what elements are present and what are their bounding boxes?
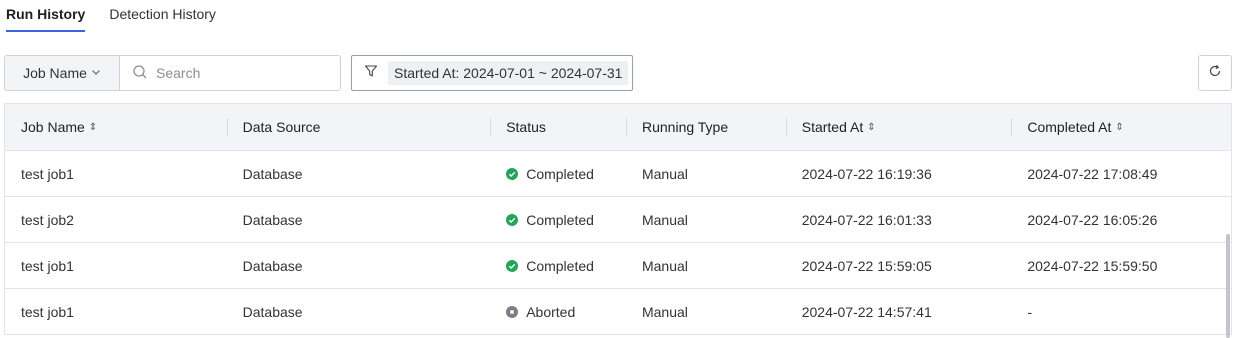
status-cell: Completed	[490, 243, 626, 288]
table-row[interactable]: test job1 Database Aborted Manual 2024-0…	[5, 289, 1231, 335]
running-type-cell: Manual	[641, 211, 688, 228]
tab-run-history[interactable]: Run History	[6, 0, 86, 34]
job-name-cell: test job1	[21, 303, 74, 320]
started-at-cell: 2024-07-22 16:01:33	[801, 211, 932, 228]
started-at-cell: 2024-07-22 16:19:36	[801, 165, 932, 182]
job-name-cell: test job2	[21, 211, 74, 228]
status-text: Completed	[526, 211, 594, 228]
column-header-running-type: Running Type	[625, 104, 786, 150]
sort-icon: ⇕	[1115, 121, 1124, 133]
search-group: Job Name	[4, 55, 341, 91]
check-circle-icon	[506, 259, 519, 272]
run-history-table: Job Name ⇕ Data Source Status Running Typ…	[4, 103, 1232, 335]
tab-detection-history[interactable]: Detection History	[109, 0, 216, 34]
status-cell: Completed	[490, 151, 626, 196]
status-text: Completed	[526, 165, 594, 182]
job-select-label: Job Name	[23, 65, 87, 81]
toolbar: Job Name Started At: 2024-07-01 ~ 2024-0…	[4, 55, 1232, 93]
search-box	[120, 56, 340, 90]
column-header-data-source: Data Source	[226, 104, 491, 150]
tab-bar: Run History Detection History	[6, 0, 216, 34]
running-type-cell: Manual	[641, 165, 688, 182]
data-source-cell: Database	[242, 165, 303, 182]
status-text: Aborted	[526, 303, 576, 320]
column-header-job-name[interactable]: Job Name ⇕	[5, 104, 227, 150]
column-header-status: Status	[490, 104, 626, 150]
sort-icon: ⇕	[88, 121, 98, 133]
stop-circle-icon	[506, 305, 519, 318]
refresh-icon	[1207, 63, 1223, 84]
status-cell: Completed	[490, 197, 626, 242]
started-at-cell: 2024-07-22 15:59:05	[801, 257, 932, 274]
completed-at-cell: 2024-07-22 16:05:26	[1027, 211, 1158, 228]
table-header: Job Name ⇕ Data Source Status Running Typ…	[5, 104, 1231, 151]
completed-at-cell: 2024-07-22 15:59:50	[1027, 257, 1158, 274]
completed-at-cell: 2024-07-22 17:08:49	[1027, 165, 1158, 182]
date-filter[interactable]: Started At: 2024-07-01 ~ 2024-07-31	[351, 55, 634, 91]
filter-icon	[364, 64, 378, 83]
started-at-cell: 2024-07-22 14:57:41	[801, 303, 932, 320]
check-circle-icon	[506, 167, 519, 180]
table-row[interactable]: test job1 Database Completed Manual 2024…	[5, 243, 1231, 289]
completed-at-cell: -	[1027, 303, 1033, 320]
search-icon	[132, 64, 148, 83]
job-name-cell: test job1	[21, 257, 74, 274]
running-type-cell: Manual	[641, 257, 688, 274]
chevron-down-icon	[91, 67, 101, 80]
data-source-cell: Database	[242, 257, 303, 274]
column-header-started-at[interactable]: Started At ⇕	[785, 104, 1012, 150]
table-row[interactable]: test job1 Database Completed Manual 2024…	[5, 151, 1231, 197]
job-name-select[interactable]: Job Name	[5, 56, 120, 90]
vertical-scrollbar[interactable]	[1226, 234, 1230, 338]
sort-icon: ⇕	[867, 121, 876, 133]
column-header-completed-at[interactable]: Completed At ⇕	[1011, 104, 1231, 150]
data-source-cell: Database	[242, 211, 303, 228]
search-input[interactable]	[154, 64, 338, 82]
check-circle-icon	[506, 213, 519, 226]
data-source-cell: Database	[242, 303, 303, 320]
status-cell: Aborted	[490, 289, 626, 334]
filter-chip-started-at[interactable]: Started At: 2024-07-01 ~ 2024-07-31	[388, 61, 629, 85]
running-type-cell: Manual	[641, 303, 688, 320]
status-text: Completed	[526, 257, 594, 274]
table-row[interactable]: test job2 Database Completed Manual 2024…	[5, 197, 1231, 243]
job-name-cell: test job1	[21, 165, 74, 182]
refresh-button[interactable]	[1198, 55, 1232, 91]
